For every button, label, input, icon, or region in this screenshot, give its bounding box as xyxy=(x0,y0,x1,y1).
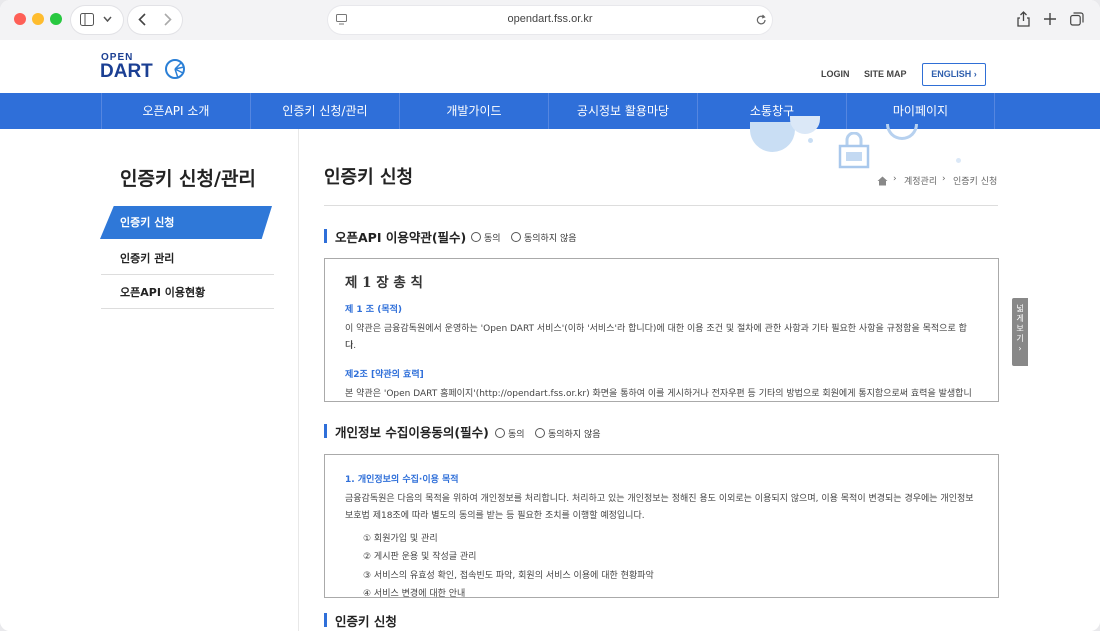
new-tab-icon[interactable] xyxy=(1044,13,1056,25)
lnb-item-key-manage[interactable]: 인증키 관리 xyxy=(120,250,174,266)
article-text: 본 약관은 'Open DART 홈페이지'(http://opendart.f… xyxy=(345,389,972,399)
page: OPEN DART LOGIN SITE MAP ENGLISH › 오픈API… xyxy=(0,40,1100,631)
wide-view-label: 넓게보기 xyxy=(1016,304,1024,343)
terms-agree-label[interactable]: 동의 xyxy=(484,231,501,244)
terms-agree-radio[interactable] xyxy=(471,232,481,242)
article-text: 다. xyxy=(345,341,357,351)
article-title: 제 1 조 (목적) xyxy=(345,305,403,315)
privacy-disagree-radio[interactable] xyxy=(535,428,545,438)
section-title-key-request: 인증키 신청 xyxy=(335,614,397,629)
terms-disagree-label[interactable]: 동의하지 않음 xyxy=(524,231,577,244)
breadcrumb-current: 인증키 신청 xyxy=(953,177,998,187)
nav-item-dev-guide[interactable]: 개발가이드 xyxy=(399,93,548,129)
divider xyxy=(101,274,274,275)
home-icon[interactable] xyxy=(877,176,888,186)
privacy-text: 보호법 제18조에 따라 별도의 동의를 받는 등 필요한 조치를 이행할 예정… xyxy=(345,511,645,521)
privacy-disagree-label[interactable]: 동의하지 않음 xyxy=(548,427,601,440)
list-item: ② 게시판 운용 및 작성글 관리 xyxy=(363,552,477,562)
history-nav xyxy=(128,6,182,34)
terms-disagree-radio[interactable] xyxy=(511,232,521,242)
privacy-text-box[interactable]: 1. 개인정보의 수집·이용 목적 금융감독원은 다음의 목적을 위하여 개인정… xyxy=(324,454,999,598)
list-item: ④ 서비스 변경에 대한 안내 xyxy=(363,589,466,598)
maximize-window-button[interactable] xyxy=(50,13,62,25)
title-divider xyxy=(324,205,998,206)
back-icon[interactable] xyxy=(138,13,146,26)
decor-circle xyxy=(750,122,795,152)
nav-item-disclosure[interactable]: 공시정보 활용마당 xyxy=(548,93,697,129)
nav-item-openapi-intro[interactable]: 오픈API 소개 xyxy=(101,93,250,129)
address-bar[interactable]: opendart.fss.or.kr xyxy=(328,6,772,34)
forward-icon[interactable] xyxy=(164,13,172,26)
logo[interactable]: DART xyxy=(100,61,153,83)
sidebar-icon xyxy=(80,13,94,26)
decor-dot xyxy=(956,158,961,163)
section-marker xyxy=(324,613,327,627)
section-marker xyxy=(324,229,327,243)
english-button[interactable]: ENGLISH › xyxy=(922,63,986,86)
privacy-text: 금융감독원은 다음의 목적을 위하여 개인정보를 처리합니다. 처리하고 있는 … xyxy=(345,494,974,504)
close-window-button[interactable] xyxy=(14,13,26,25)
nav-item-key-management[interactable]: 인증키 신청/관리 xyxy=(250,93,399,129)
privacy-agree-radio[interactable] xyxy=(495,428,505,438)
wide-view-tab[interactable]: 넓게보기 › xyxy=(1012,298,1028,366)
url-text: opendart.fss.or.kr xyxy=(507,13,593,25)
logo-mark-icon xyxy=(165,59,185,79)
minimize-window-button[interactable] xyxy=(32,13,44,25)
lock-icon xyxy=(838,132,870,169)
tab-overview-icon[interactable] xyxy=(1070,12,1084,26)
divider xyxy=(101,308,274,309)
breadcrumb-separator: › xyxy=(942,174,946,184)
column-divider xyxy=(298,129,299,631)
chevron-down-icon xyxy=(103,16,112,23)
sitemap-link[interactable]: SITE MAP xyxy=(864,69,907,79)
section-title-terms: 오픈API 이용약관(필수) xyxy=(335,230,467,245)
list-item: ① 회원가입 및 관리 xyxy=(363,534,438,544)
lnb-item-api-usage[interactable]: 오픈API 이용현황 xyxy=(120,284,205,300)
breadcrumb-separator: › xyxy=(893,174,897,184)
share-icon[interactable] xyxy=(1017,11,1030,27)
section-marker xyxy=(324,424,327,438)
chevron-right-icon: › xyxy=(1018,344,1022,353)
page-title: 인증키 신청 xyxy=(324,167,414,188)
browser-toolbar: opendart.fss.or.kr xyxy=(0,0,1100,40)
terms-text-box[interactable]: 제 1 장 총 칙 제 1 조 (목적) 이 약관은 금융감독원에서 운영하는 … xyxy=(324,258,999,402)
main-navigation: 오픈API 소개 인증키 신청/관리 개발가이드 공시정보 활용마당 소통창구 … xyxy=(0,93,1100,129)
breadcrumb-item[interactable]: 계정관리 xyxy=(904,174,937,187)
chevron-right-icon: › xyxy=(973,69,977,79)
english-label: ENGLISH xyxy=(931,69,972,79)
section-title-privacy: 개인정보 수집이용동의(필수) xyxy=(335,425,489,440)
item-title: 1. 개인정보의 수집·이용 목적 xyxy=(345,475,459,485)
article-title: 제2조 [약관의 효력] xyxy=(345,370,424,380)
nav-item-mypage[interactable]: 마이페이지 xyxy=(846,93,995,129)
sidebar-toggle-button[interactable] xyxy=(71,6,123,34)
chapter-heading: 제 1 장 총 칙 xyxy=(345,275,423,291)
browser-window: opendart.fss.or.kr OPEN DART LOGIN SITE … xyxy=(0,0,1100,631)
lnb-item-label: 인증키 신청 xyxy=(120,216,175,229)
list-item: ③ 서비스의 유효성 확인, 접속빈도 파악, 회원의 서비스 이용에 대한 현… xyxy=(363,571,654,581)
login-link[interactable]: LOGIN xyxy=(821,69,850,79)
decor-dot xyxy=(808,138,813,143)
privacy-agree-label[interactable]: 동의 xyxy=(508,427,525,440)
reload-icon[interactable] xyxy=(756,14,767,26)
lnb-title: 인증키 신청/관리 xyxy=(120,168,256,190)
decor-circle xyxy=(886,124,918,140)
